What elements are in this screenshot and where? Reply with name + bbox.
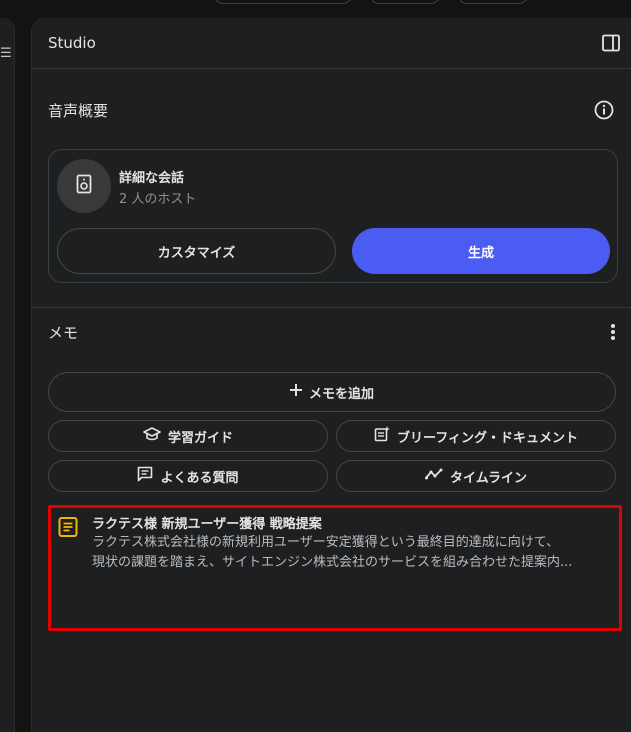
studio-panel: Studio 音声概要 詳細な会話 2 人のホスト カスタマイズ 生成 メモ メ… <box>31 18 631 732</box>
speaker-icon <box>76 174 92 198</box>
note-preview-line: ラクテス株式会社様の新規利用ユーザー安定獲得という最終目的達成に向けて、 <box>92 535 560 550</box>
audio-overview-card: 詳細な会話 2 人のホスト カスタマイズ 生成 <box>48 149 618 283</box>
audio-format-title: 詳細な会話 <box>119 171 185 186</box>
collapse-panel-icon[interactable] <box>602 34 620 52</box>
briefing-document-label: ブリーフィング・ドキュメント <box>397 430 578 446</box>
info-icon[interactable] <box>594 100 614 120</box>
plus-icon <box>289 384 302 400</box>
audio-overview-title: 音声概要 <box>48 102 109 120</box>
study-guide-button[interactable]: 学習ガイド <box>48 420 328 452</box>
studio-header: Studio <box>32 18 631 69</box>
sources-panel-edge: ☰ <box>0 18 15 732</box>
top-toolbar-edge <box>0 0 631 4</box>
note-item[interactable]: ラクテス様 新規ユーザー獲得 戦略提案 ラクテス株式会社様の新規利用ユーザー安定… <box>48 505 622 631</box>
timeline-label: タイムライン <box>449 470 528 486</box>
note-preview: ラクテス株式会社様の新規利用ユーザー安定獲得という最終目的達成に向けて、 現状の… <box>92 533 612 573</box>
customize-button[interactable]: カスタマイズ <box>57 228 336 274</box>
note-title: ラクテス様 新規ユーザー獲得 戦略提案 <box>92 517 322 532</box>
add-note-label: メモを追加 <box>308 386 374 402</box>
audio-format-subtitle: 2 人のホスト <box>119 192 197 207</box>
faq-button[interactable]: よくある質問 <box>48 460 328 492</box>
school-icon <box>143 427 161 445</box>
document-sparkle-icon <box>374 426 391 446</box>
top-toolbar-button[interactable] <box>458 0 528 4</box>
panel-title: Studio <box>48 34 96 52</box>
notes-title: メモ <box>48 324 79 342</box>
note-preview-line: 現状の課題を踏まえ、サイトエンジン株式会社のサービスを組み合わせた提案内... <box>92 555 573 570</box>
menu-icon[interactable]: ☰ <box>0 46 12 61</box>
briefing-document-button[interactable]: ブリーフィング・ドキュメント <box>336 420 616 452</box>
faq-label: よくある質問 <box>160 470 239 486</box>
note-icon <box>58 516 78 538</box>
top-toolbar-button[interactable] <box>214 0 352 4</box>
timeline-button[interactable]: タイムライン <box>336 460 616 492</box>
add-note-button[interactable]: メモを追加 <box>48 372 616 412</box>
timeline-icon <box>424 468 443 484</box>
study-guide-label: 学習ガイド <box>167 430 233 446</box>
top-toolbar-button[interactable] <box>370 0 440 4</box>
more-options-icon[interactable] <box>610 323 616 341</box>
section-divider <box>32 307 631 308</box>
audio-icon-container <box>57 159 111 213</box>
generate-button[interactable]: 生成 <box>352 228 610 274</box>
chat-icon <box>137 466 153 486</box>
